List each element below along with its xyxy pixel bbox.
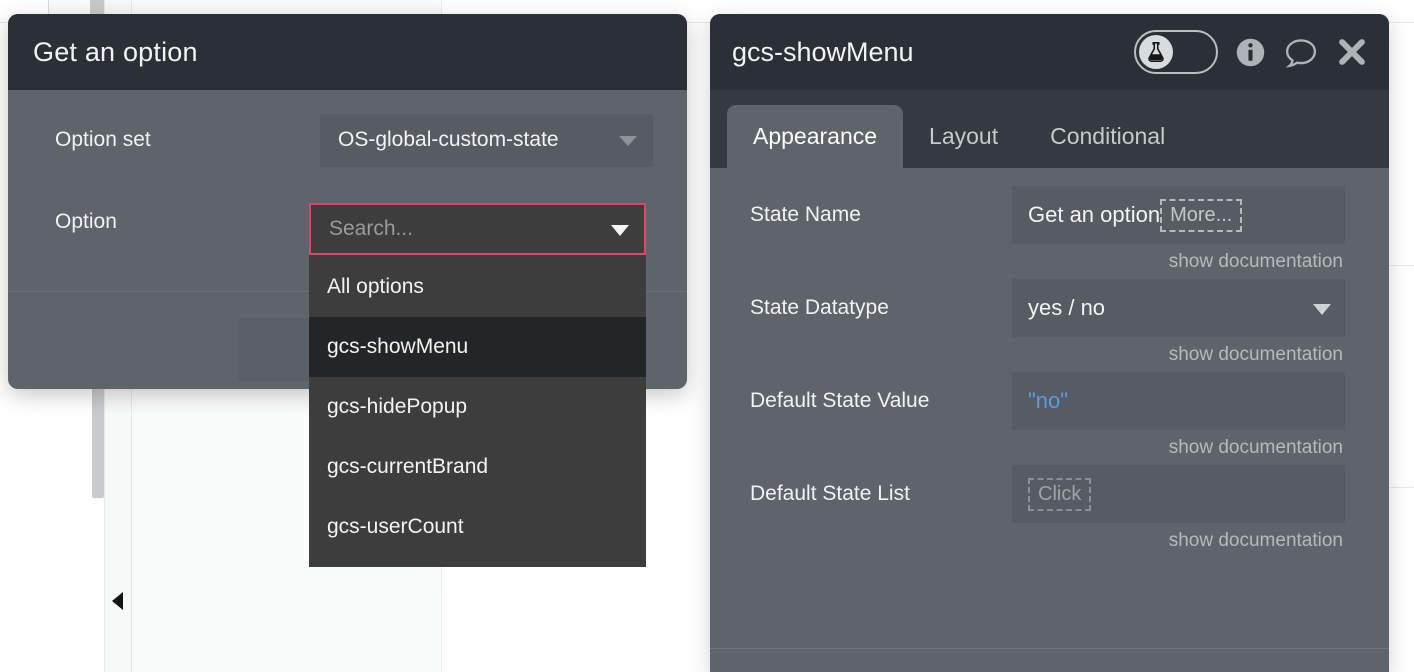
option-dropdown-list: All options gcs-showMenu gcs-hidePopup g… bbox=[309, 255, 646, 567]
tab-conditional[interactable]: Conditional bbox=[1024, 105, 1191, 168]
chevron-down-icon bbox=[619, 136, 637, 146]
option-set-value: OS-global-custom-state bbox=[338, 128, 559, 152]
chevron-down-icon bbox=[611, 225, 629, 236]
list-item[interactable]: All options bbox=[309, 257, 646, 317]
comment-icon bbox=[1283, 36, 1319, 69]
field-default-state-list: Default State List Click show documentat… bbox=[750, 465, 1345, 552]
list-item[interactable]: gcs-currentBrand bbox=[309, 437, 646, 497]
modal-header: Get an option bbox=[8, 14, 687, 90]
panel-header: gcs-showMenu bbox=[710, 14, 1389, 90]
experimental-toggle[interactable] bbox=[1134, 30, 1218, 74]
toggle-knob bbox=[1139, 35, 1173, 69]
list-item[interactable]: gcs-showMenu bbox=[309, 317, 646, 377]
tab-layout[interactable]: Layout bbox=[903, 105, 1024, 168]
state-datatype-dropdown[interactable]: yes / no bbox=[1012, 279, 1345, 337]
panel-tabs: Appearance Layout Conditional bbox=[710, 90, 1389, 168]
flask-icon bbox=[1145, 41, 1167, 63]
property-panel: gcs-showMenu bbox=[710, 14, 1389, 672]
panel-title: gcs-showMenu bbox=[732, 37, 1134, 68]
state-datatype-label: State Datatype bbox=[750, 296, 1012, 320]
show-documentation-link[interactable]: show documentation bbox=[750, 244, 1345, 273]
option-set-label: Option set bbox=[55, 128, 320, 152]
panel-body: State Name Get an option More... show do… bbox=[710, 168, 1389, 552]
default-state-list-input[interactable]: Click bbox=[1012, 465, 1345, 523]
info-icon bbox=[1234, 36, 1267, 69]
canvas-rule-2 bbox=[1389, 487, 1414, 488]
state-name-input[interactable]: Get an option More... bbox=[1012, 186, 1345, 244]
vertical-scrollbar[interactable] bbox=[92, 385, 104, 498]
default-state-value-input[interactable]: "no" bbox=[1012, 372, 1345, 430]
state-datatype-value: yes / no bbox=[1028, 295, 1105, 321]
show-documentation-link[interactable]: show documentation bbox=[750, 523, 1345, 552]
chevron-down-icon bbox=[1313, 304, 1331, 315]
state-name-label: State Name bbox=[750, 203, 1012, 227]
modal-title: Get an option bbox=[33, 37, 198, 68]
show-documentation-link[interactable]: show documentation bbox=[750, 337, 1345, 366]
canvas-rule-1 bbox=[1389, 265, 1414, 266]
default-state-list-label: Default State List bbox=[750, 482, 1012, 506]
field-state-datatype: State Datatype yes / no show documentati… bbox=[750, 279, 1345, 366]
close-button[interactable] bbox=[1335, 35, 1369, 69]
option-label: Option bbox=[55, 210, 320, 234]
option-search-placeholder: Search... bbox=[329, 217, 413, 241]
state-name-value: Get an option bbox=[1028, 202, 1160, 228]
list-item[interactable]: gcs-hidePopup bbox=[309, 377, 646, 437]
option-combobox: Search... All options gcs-showMenu gcs-h… bbox=[309, 203, 646, 567]
tab-appearance[interactable]: Appearance bbox=[727, 105, 903, 168]
option-set-dropdown[interactable]: OS-global-custom-state bbox=[320, 114, 653, 167]
close-icon bbox=[1335, 35, 1369, 69]
screen: Get an option Option set OS-global-custo… bbox=[0, 0, 1414, 672]
click-chip[interactable]: Click bbox=[1028, 478, 1091, 511]
row-option-set: Option set OS-global-custom-state bbox=[8, 112, 687, 168]
field-state-name: State Name Get an option More... show do… bbox=[750, 186, 1345, 273]
panel-bottom-divider bbox=[710, 648, 1389, 649]
option-search-input[interactable]: Search... bbox=[309, 203, 646, 255]
info-button[interactable] bbox=[1234, 36, 1267, 69]
show-documentation-link[interactable]: show documentation bbox=[750, 430, 1345, 459]
field-default-state-value: Default State Value "no" show documentat… bbox=[750, 372, 1345, 459]
more-chip[interactable]: More... bbox=[1160, 199, 1242, 232]
list-item[interactable]: gcs-userCount bbox=[309, 497, 646, 557]
panel-actions bbox=[1134, 30, 1369, 74]
collapse-panel-arrow-icon[interactable] bbox=[112, 592, 123, 610]
default-state-value-label: Default State Value bbox=[750, 389, 1012, 413]
default-state-value: "no" bbox=[1028, 388, 1068, 414]
comment-button[interactable] bbox=[1283, 36, 1319, 69]
